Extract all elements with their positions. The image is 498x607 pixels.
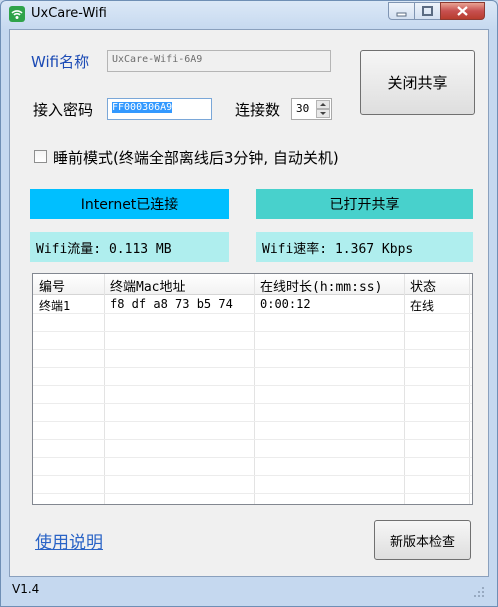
check-update-button[interactable]: 新版本检查 bbox=[374, 520, 471, 560]
wifi-name-input[interactable]: UxCare-Wifi-6A9 bbox=[107, 50, 331, 72]
password-input[interactable]: FF000306A9 bbox=[107, 98, 212, 120]
sharing-status-badge: 已打开共享 bbox=[256, 189, 473, 219]
row-divider bbox=[33, 493, 472, 494]
version-label: V1.4 bbox=[12, 582, 40, 596]
table-row[interactable]: 终端1 f8 df a8 73 b5 74 0:00:12 在线 bbox=[33, 296, 472, 313]
row-divider bbox=[33, 439, 472, 440]
maximize-button[interactable] bbox=[414, 2, 441, 20]
column-header-duration[interactable]: 在线时长(h:mm:ss) bbox=[254, 274, 404, 295]
password-label: 接入密码 bbox=[33, 101, 94, 119]
sleep-mode-checkbox[interactable] bbox=[34, 150, 47, 163]
internet-status-badge: Internet已连接 bbox=[30, 189, 229, 219]
connections-label: 连接数 bbox=[235, 101, 281, 119]
window-title: UxCare-Wifi bbox=[31, 6, 107, 21]
traffic-readout: Wifi流量: 0.113 MB bbox=[30, 232, 229, 262]
stepper-down-button[interactable] bbox=[316, 109, 330, 118]
column-header-mac[interactable]: 终端Mac地址 bbox=[104, 274, 254, 295]
close-icon bbox=[457, 6, 468, 16]
wifi-name-label: Wifi名称 bbox=[31, 53, 90, 71]
sleep-mode-label: 睡前模式(终端全部离线后3分钟, 自动关机) bbox=[53, 149, 339, 167]
row-divider bbox=[33, 385, 472, 386]
clients-table[interactable]: 编号 终端Mac地址 在线时长(h:mm:ss) 状态 终端1 f8 df a8… bbox=[32, 273, 473, 505]
main-panel: Wifi名称 UxCare-Wifi-6A9 接入密码 FF000306A9 连… bbox=[9, 29, 489, 577]
connections-value: 30 bbox=[296, 102, 310, 115]
column-header-id[interactable]: 编号 bbox=[33, 274, 104, 295]
chevron-up-icon bbox=[320, 103, 326, 106]
row-divider bbox=[33, 475, 472, 476]
app-window: UxCare-Wifi Wifi名称 UxCare-Wifi-6A9 接入密码 … bbox=[0, 0, 498, 607]
cell-id: 终端1 bbox=[39, 299, 71, 313]
title-bar[interactable]: UxCare-Wifi bbox=[1, 1, 497, 27]
row-divider bbox=[33, 421, 472, 422]
chevron-down-icon bbox=[320, 112, 326, 115]
cell-duration: 0:00:12 bbox=[260, 297, 311, 311]
row-divider bbox=[33, 331, 472, 332]
resize-grip-icon[interactable] bbox=[473, 586, 485, 598]
stepper-up-button[interactable] bbox=[316, 100, 330, 109]
wifi-app-icon bbox=[9, 6, 25, 22]
close-button[interactable] bbox=[440, 2, 485, 20]
row-divider bbox=[33, 367, 472, 368]
row-divider bbox=[33, 457, 472, 458]
column-header-status[interactable]: 状态 bbox=[404, 274, 472, 295]
toggle-share-button[interactable]: 关闭共享 bbox=[360, 50, 475, 115]
maximize-icon bbox=[422, 6, 433, 16]
speed-readout: Wifi速率: 1.367 Kbps bbox=[256, 232, 473, 262]
help-link[interactable]: 使用说明 bbox=[35, 528, 103, 553]
minimize-button[interactable] bbox=[388, 2, 415, 20]
connections-stepper[interactable]: 30 bbox=[291, 98, 332, 120]
cell-mac: f8 df a8 73 b5 74 bbox=[110, 297, 233, 311]
row-divider bbox=[33, 349, 472, 350]
password-value: FF000306A9 bbox=[112, 102, 173, 113]
minimize-icon bbox=[396, 12, 407, 17]
cell-status: 在线 bbox=[410, 299, 435, 313]
row-divider bbox=[33, 403, 472, 404]
status-strip: V1.4 bbox=[9, 578, 489, 600]
